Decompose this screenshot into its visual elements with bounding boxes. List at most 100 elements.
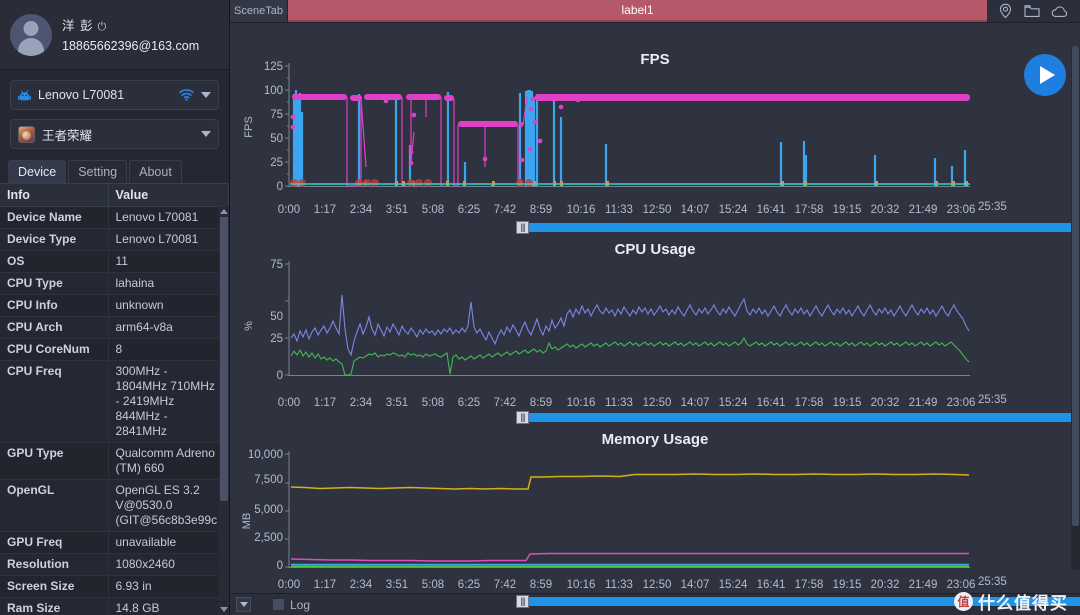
account-header: 洋 彭 ⏻ 18865662396@163.com <box>0 0 229 70</box>
svg-text:23:06: 23:06 <box>947 204 976 216</box>
cell-value: lahaina <box>108 272 229 295</box>
cell-value: Qualcomm Adreno (TM) 660 <box>108 442 229 480</box>
app-window: 洋 彭⏻ 18865662396@163.com Lenovo L70081 <box>0 0 1080 615</box>
account-name-line: 洋 彭 ⏻ <box>62 14 199 37</box>
scrollbar-thumb[interactable] <box>1072 46 1079 526</box>
svg-text:8:59: 8:59 <box>530 204 552 216</box>
svg-text:17:58: 17:58 <box>795 579 824 591</box>
chevron-down-icon[interactable] <box>201 92 211 98</box>
play-icon <box>1039 66 1055 84</box>
svg-text:50: 50 <box>270 133 283 145</box>
table-row[interactable]: Device Type Lenovo L70081 <box>0 228 229 251</box>
chevron-down-icon[interactable] <box>201 131 211 137</box>
svg-text:5:08: 5:08 <box>422 397 444 409</box>
svg-text:19:15: 19:15 <box>833 204 862 216</box>
main-scrollbar[interactable] <box>1071 46 1080 570</box>
table-row[interactable]: GPU Freq unavailable <box>0 531 229 554</box>
table-row[interactable]: CPU CoreNum 8 <box>0 338 229 361</box>
svg-text:7:42: 7:42 <box>494 397 516 409</box>
table-row[interactable]: Ram Size 14.8 GB <box>0 597 229 615</box>
charts-area: FPS FPS 125 100 75 50 25 0 0:00 1:17 2:3… <box>230 23 1080 608</box>
svg-text:15:24: 15:24 <box>719 579 748 591</box>
memory-range-slider[interactable]: ||| ||| <box>516 595 1080 608</box>
svg-text:6:25: 6:25 <box>458 204 480 216</box>
tab-label1[interactable]: label1 <box>288 0 987 22</box>
scene-tab-label: SceneTab <box>230 0 288 22</box>
svg-text:2:34: 2:34 <box>350 579 373 591</box>
tab-about[interactable]: About <box>129 160 182 183</box>
android-icon <box>18 89 31 102</box>
play-button[interactable] <box>1024 54 1066 96</box>
table-row[interactable]: Resolution 1080x2460 <box>0 553 229 576</box>
table-row[interactable]: CPU Type lahaina <box>0 272 229 295</box>
svg-text:MB: MB <box>241 513 253 530</box>
svg-text:15:24: 15:24 <box>719 397 748 409</box>
wifi-icon <box>179 89 194 101</box>
table-row[interactable]: CPU Info unknown <box>0 294 229 317</box>
power-icon[interactable]: ⏻ <box>97 20 106 36</box>
svg-text:0:00: 0:00 <box>278 579 300 591</box>
user-avatar-icon[interactable] <box>10 13 52 56</box>
svg-text:2:34: 2:34 <box>350 204 373 216</box>
table-row[interactable]: Screen Size 6.93 in <box>0 575 229 598</box>
sidebar-tabs: Device Setting About <box>0 158 229 183</box>
cell-info: CPU Type <box>0 272 109 295</box>
cell-value: arm64-v8a <box>108 316 229 339</box>
cell-info: CPU Arch <box>0 316 109 339</box>
cell-value: 14.8 GB <box>108 597 229 615</box>
cpu-xtick-last: 25:35 <box>978 394 1007 406</box>
svg-text:FPS: FPS <box>243 116 255 137</box>
table-row[interactable]: OS 11 <box>0 250 229 273</box>
cell-info: GPU Freq <box>0 531 109 554</box>
cell-info: CPU CoreNum <box>0 338 109 361</box>
table-row[interactable]: OpenGL OpenGL ES 3.2 V@0530.0 (GIT@56c8b3… <box>0 479 229 532</box>
location-pin-icon[interactable] <box>998 3 1013 19</box>
cell-info: Device Type <box>0 228 109 251</box>
svg-text:%: % <box>243 321 255 331</box>
svg-text:125: 125 <box>264 61 283 73</box>
svg-text:15:24: 15:24 <box>719 204 748 216</box>
svg-text:25: 25 <box>270 333 283 345</box>
svg-text:0: 0 <box>277 370 283 382</box>
scroll-down-arrow[interactable] <box>219 604 229 615</box>
table-row[interactable]: CPU Arch arm64-v8a <box>0 316 229 339</box>
tab-setting[interactable]: Setting <box>68 160 128 183</box>
sidebar-scrollbar[interactable] <box>219 206 229 601</box>
cell-info: Screen Size <box>0 575 109 598</box>
tab-device[interactable]: Device <box>8 160 67 183</box>
svg-text:23:06: 23:06 <box>947 397 976 409</box>
svg-text:8:59: 8:59 <box>530 579 552 591</box>
svg-text:10:16: 10:16 <box>567 204 596 216</box>
svg-text:16:41: 16:41 <box>757 579 786 591</box>
svg-text:25: 25 <box>270 157 283 169</box>
svg-text:12:50: 12:50 <box>643 579 672 591</box>
svg-text:6:25: 6:25 <box>458 397 480 409</box>
table-row[interactable]: Device Name Lenovo L70081 <box>0 206 229 229</box>
memory-slider-left-grip[interactable]: ||| <box>516 595 529 608</box>
svg-text:8:59: 8:59 <box>530 397 552 409</box>
cell-value: OpenGL ES 3.2 V@0530.0 (GIT@56c8b3e99c <box>108 479 229 532</box>
app-selector[interactable]: 王者荣耀 <box>10 119 219 149</box>
svg-text:20:32: 20:32 <box>871 579 900 591</box>
svg-text:5,000: 5,000 <box>254 504 283 516</box>
scrollbar-thumb[interactable] <box>220 216 228 501</box>
svg-text:20:32: 20:32 <box>871 204 900 216</box>
folder-icon[interactable] <box>1024 4 1040 18</box>
svg-text:0:00: 0:00 <box>278 397 300 409</box>
svg-text:17:58: 17:58 <box>795 397 824 409</box>
scroll-up-arrow[interactable] <box>219 206 229 217</box>
svg-text:10:16: 10:16 <box>567 397 596 409</box>
svg-text:0: 0 <box>277 181 283 193</box>
selectors: Lenovo L70081 王者荣耀 <box>0 70 229 158</box>
svg-text:11:33: 11:33 <box>605 579 633 591</box>
cell-value: unknown <box>108 294 229 317</box>
table-row[interactable]: GPU Type Qualcomm Adreno (TM) 660 <box>0 442 229 480</box>
app-selector-label: 王者荣耀 <box>42 128 93 143</box>
memory-plot: MB 10,000 7,500 5,000 2,500 0 <box>241 449 970 572</box>
svg-text:23:06: 23:06 <box>947 579 976 591</box>
table-row[interactable]: CPU Freq 300MHz - 1804MHz 710MHz - 2419MH… <box>0 360 229 443</box>
cpu-plot: % 75 50 25 0 <box>243 259 970 382</box>
cloud-icon[interactable] <box>1051 5 1069 18</box>
device-selector[interactable]: Lenovo L70081 <box>10 80 219 110</box>
device-info-table: Info Value Device Name Lenovo L70081 Devi… <box>0 184 229 615</box>
